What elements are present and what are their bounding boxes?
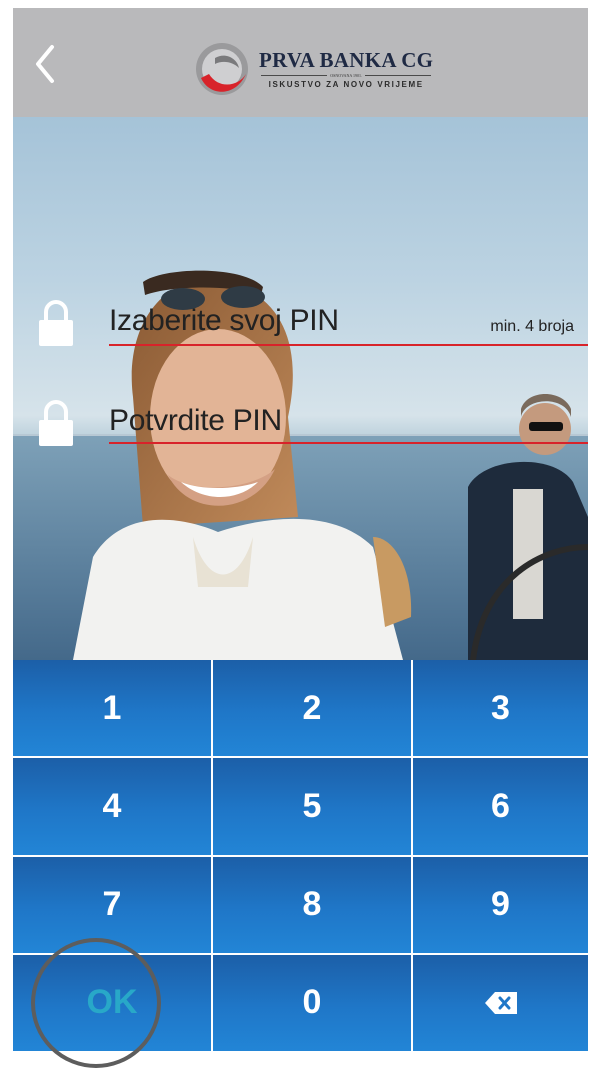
key-8[interactable]: 8	[213, 856, 411, 953]
delete-button[interactable]	[413, 954, 588, 1051]
logo-divider: OSNOVANA 1901.	[261, 72, 432, 78]
pin-setup-screen: PRVA BANKA CG OSNOVANA 1901. ISKUSTVO ZA…	[13, 8, 588, 1051]
background-photo	[13, 117, 588, 660]
confirm-pin-field[interactable]: Potvrdite PIN	[13, 392, 588, 452]
key-9[interactable]: 9	[413, 856, 588, 953]
bank-slogan: ISKUSTVO ZA NOVO VRIJEME	[268, 79, 424, 89]
key-2[interactable]: 2	[213, 660, 411, 757]
backspace-icon	[484, 991, 517, 1014]
pin-field-underline	[109, 344, 588, 346]
lock-icon	[39, 400, 73, 446]
lock-icon	[39, 300, 73, 346]
key-4[interactable]: 4	[13, 758, 211, 855]
logo-founded: OSNOVANA 1901.	[330, 72, 363, 78]
key-3[interactable]: 3	[413, 660, 588, 757]
ok-highlight-circle	[31, 938, 161, 1068]
pin-field-hint: min. 4 broja	[490, 318, 574, 335]
key-0[interactable]: 0	[213, 954, 411, 1051]
top-bar: PRVA BANKA CG OSNOVANA 1901. ISKUSTVO ZA…	[13, 8, 588, 117]
bank-logo: PRVA BANKA CG OSNOVANA 1901. ISKUSTVO ZA…	[191, 38, 433, 100]
chevron-left-icon	[36, 45, 54, 83]
pin-field[interactable]: Izaberite svoj PIN min. 4 broja	[13, 296, 588, 356]
key-7[interactable]: 7	[13, 856, 211, 953]
bank-name: PRVA BANKA CG	[259, 47, 434, 72]
back-button[interactable]	[23, 38, 67, 90]
key-1[interactable]: 1	[13, 660, 211, 757]
key-6[interactable]: 6	[413, 758, 588, 855]
confirm-pin-field-label: Potvrdite PIN	[109, 404, 282, 437]
pin-field-label: Izaberite svoj PIN	[109, 304, 339, 337]
confirm-pin-field-underline	[109, 442, 588, 444]
sailing-scene-image	[13, 270, 588, 660]
key-5[interactable]: 5	[213, 758, 411, 855]
bank-logo-mark	[196, 43, 248, 95]
